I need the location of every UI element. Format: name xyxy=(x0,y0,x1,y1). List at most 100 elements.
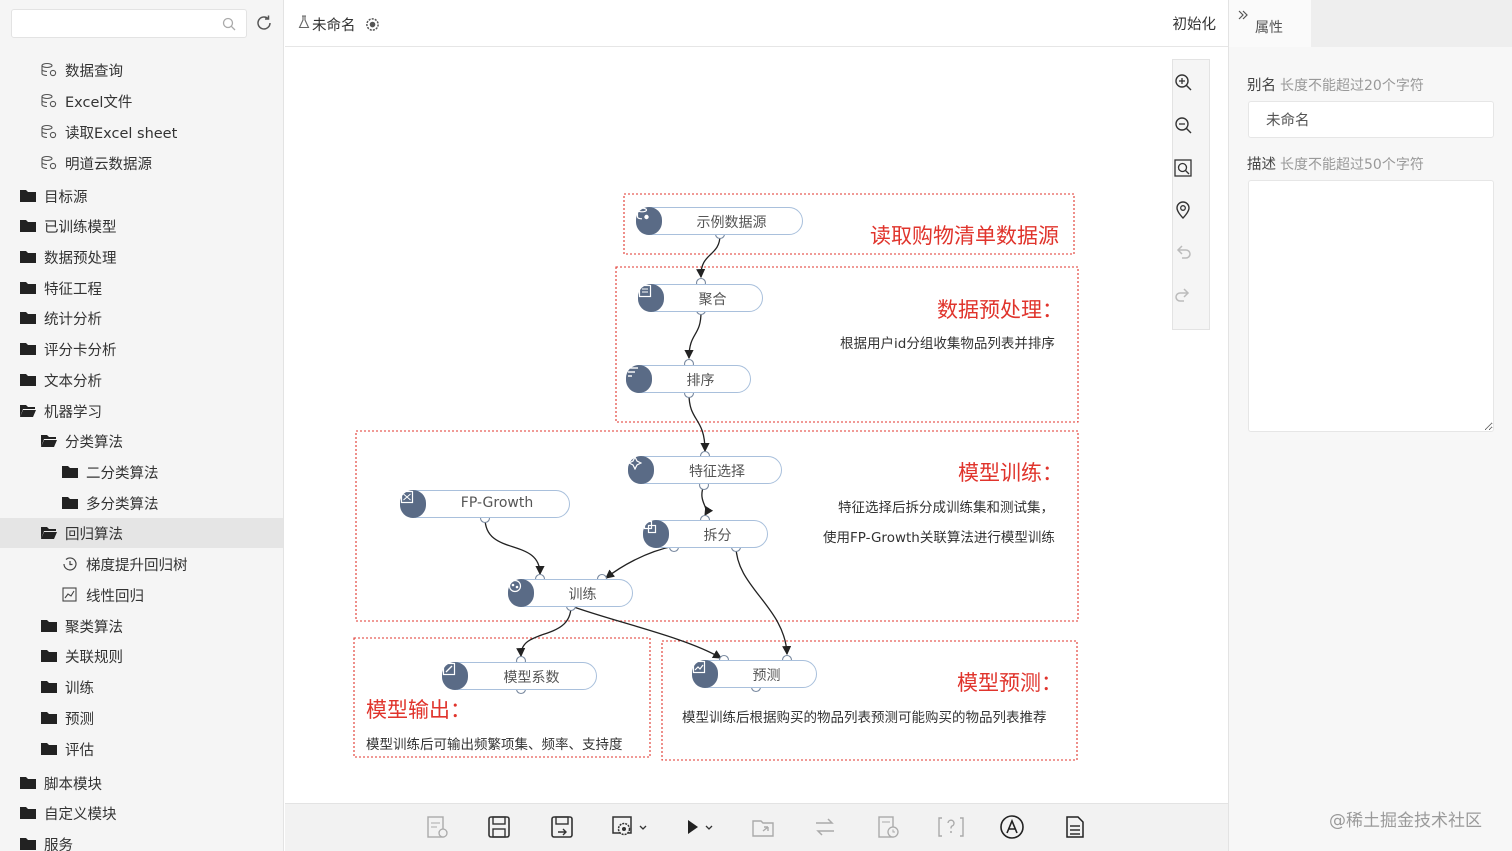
help-icon[interactable] xyxy=(936,814,966,840)
folder-icon xyxy=(19,775,37,791)
sidebar-item-label: 统计分析 xyxy=(44,311,102,328)
flow-title: 未命名 xyxy=(312,18,356,34)
sidebar-item-label: 关联规则 xyxy=(65,649,123,666)
schedule-icon[interactable] xyxy=(875,814,901,840)
folder-icon xyxy=(40,648,58,664)
sidebar-item-17[interactable]: 线性回归 xyxy=(0,580,283,610)
locate-icon[interactable] xyxy=(1173,200,1193,220)
watermark: @稀土掘金技术社区 xyxy=(1329,811,1482,831)
collapse-icon[interactable] xyxy=(1237,9,1249,21)
sidebar-item-2[interactable]: 读取Excel sheet xyxy=(0,117,283,147)
sidebar-item-label: 脚本模块 xyxy=(44,776,102,793)
sidebar-item-label: 预测 xyxy=(65,711,94,728)
predict-icon xyxy=(692,660,718,688)
node-aggregate[interactable]: 聚合 xyxy=(638,284,763,312)
sidebar-item-21[interactable]: 预测 xyxy=(0,703,283,733)
zoom-in-icon[interactable] xyxy=(1173,72,1193,92)
settings-icon[interactable] xyxy=(365,17,380,32)
node-sample-source[interactable]: 示例数据源 xyxy=(636,207,803,235)
feature-icon xyxy=(628,456,654,484)
sidebar-item-24[interactable]: 自定义模块 xyxy=(0,798,283,828)
sidebar-item-6[interactable]: 数据预处理 xyxy=(0,242,283,272)
search-icon[interactable] xyxy=(222,17,236,31)
node-label: 训练 xyxy=(568,587,597,603)
sidebar-item-label: 特征工程 xyxy=(44,281,102,298)
tab-properties[interactable]: 属性 xyxy=(1229,0,1311,47)
settings-dropdown-icon[interactable] xyxy=(611,814,651,840)
sidebar-item-0[interactable]: 数据查询 xyxy=(0,55,283,85)
sidebar-item-label: 聚类算法 xyxy=(65,619,123,636)
tab-label: 属性 xyxy=(1255,20,1283,36)
region-title-preprocess: 数据预处理： xyxy=(937,298,1063,322)
folder-icon xyxy=(19,280,37,296)
sidebar-item-label: 已训练模型 xyxy=(44,219,117,236)
zoom-toolbar xyxy=(1172,59,1210,330)
edge-train-predict xyxy=(570,605,722,659)
edge-agg-sort xyxy=(684,311,702,360)
description-textarea[interactable] xyxy=(1248,180,1494,432)
sidebar-item-label: 评估 xyxy=(65,742,94,759)
node-predict[interactable]: 预测 xyxy=(692,660,817,688)
sidebar-item-label: 分类算法 xyxy=(65,434,123,451)
node-model-coefficient[interactable]: 模型系数 xyxy=(442,662,597,690)
sidebar-item-5[interactable]: 已训练模型 xyxy=(0,211,283,241)
sidebar-item-18[interactable]: 聚类算法 xyxy=(0,611,283,641)
sidebar-item-14[interactable]: 多分类算法 xyxy=(0,488,283,518)
sidebar-item-12[interactable]: 分类算法 xyxy=(0,426,283,456)
switch-icon[interactable] xyxy=(812,814,838,840)
node-split[interactable]: 拆分 xyxy=(643,520,768,548)
region-desc-training-2: 使用FP-Growth关联算法进行模型训练 xyxy=(823,530,1055,546)
sidebar-item-8[interactable]: 统计分析 xyxy=(0,303,283,333)
node-label: 聚合 xyxy=(698,292,727,308)
sidebar-item-9[interactable]: 评分卡分析 xyxy=(0,334,283,364)
folder-icon xyxy=(61,464,79,480)
sidebar-item-16[interactable]: 梯度提升回归树 xyxy=(0,549,283,579)
sidebar-item-label: 机器学习 xyxy=(44,404,102,421)
region-title-predict: 模型预测： xyxy=(957,671,1062,695)
sidebar-item-label: 自定义模块 xyxy=(44,806,117,823)
zoom-out-icon[interactable] xyxy=(1173,115,1193,135)
sidebar-item-11[interactable]: 机器学习 xyxy=(0,396,283,426)
node-sort[interactable]: 排序 xyxy=(626,365,751,393)
search-field[interactable] xyxy=(11,9,247,38)
node-feature-selection[interactable]: 特征选择 xyxy=(628,456,782,484)
fit-icon[interactable] xyxy=(1173,158,1193,178)
flow-canvas[interactable]: 示例数据源 聚合 排序 特征选择 FP-Growth 拆分 训练 模型系数 预测… xyxy=(285,47,1228,803)
flow-diagram xyxy=(353,193,1079,761)
sidebar-item-10[interactable]: 文本分析 xyxy=(0,365,283,395)
node-label: 拆分 xyxy=(703,528,732,544)
folder-icon xyxy=(19,341,37,357)
sidebar-item-3[interactable]: 明道云数据源 xyxy=(0,148,283,178)
node-fp-growth[interactable]: FP-Growth xyxy=(400,490,570,518)
sidebar-item-13[interactable]: 二分类算法 xyxy=(0,457,283,487)
editor-header: 未命名 初始化 xyxy=(285,0,1228,47)
run-dropdown-icon[interactable] xyxy=(683,814,719,840)
save-as-icon[interactable] xyxy=(549,814,575,840)
export-icon[interactable] xyxy=(750,814,776,840)
sort-icon xyxy=(626,365,652,393)
folder-icon xyxy=(19,836,37,851)
node-train[interactable]: 训练 xyxy=(508,579,633,607)
sidebar-item-22[interactable]: 评估 xyxy=(0,734,283,764)
sidebar-item-15[interactable]: 回归算法 xyxy=(0,518,283,548)
init-button[interactable]: 初始化 xyxy=(1173,13,1217,34)
sidebar-item-20[interactable]: 训练 xyxy=(0,672,283,702)
redo-icon[interactable] xyxy=(1173,286,1193,306)
sidebar-item-19[interactable]: 关联规则 xyxy=(0,641,283,671)
sidebar-item-7[interactable]: 特征工程 xyxy=(0,273,283,303)
folder-icon xyxy=(19,218,37,234)
save-icon[interactable] xyxy=(486,814,512,840)
alias-input[interactable] xyxy=(1248,101,1494,138)
sidebar-item-4[interactable]: 目标源 xyxy=(0,181,283,211)
document-icon[interactable] xyxy=(1062,814,1088,840)
format-icon[interactable] xyxy=(999,814,1025,840)
refresh-icon[interactable] xyxy=(254,13,274,33)
folder-icon xyxy=(40,710,58,726)
report-icon[interactable] xyxy=(424,814,450,840)
split-icon xyxy=(643,520,669,548)
search-input[interactable] xyxy=(12,10,212,37)
sidebar-item-1[interactable]: Excel文件 xyxy=(0,86,283,116)
undo-icon[interactable] xyxy=(1173,243,1193,263)
sidebar-item-23[interactable]: 脚本模块 xyxy=(0,768,283,798)
sidebar-item-25[interactable]: 服务 xyxy=(0,829,283,851)
